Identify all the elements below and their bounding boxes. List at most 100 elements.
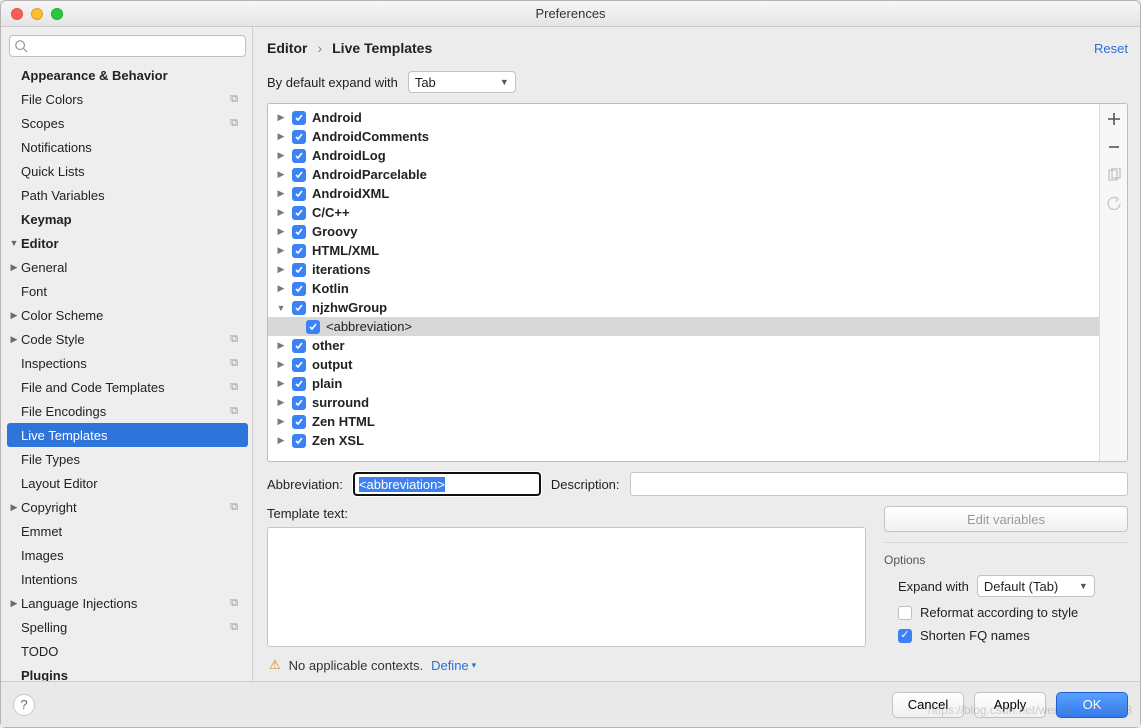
sidebar-item[interactable]: Spelling⧉	[7, 615, 248, 639]
disclosure-triangle-icon[interactable]: ▶	[276, 169, 286, 180]
sidebar-item[interactable]: File and Code Templates⧉	[7, 375, 248, 399]
default-expand-select[interactable]: Tab ▼	[408, 71, 516, 93]
sidebar-item[interactable]: Emmet	[7, 519, 248, 543]
sidebar-item[interactable]: ▶Language Injections⧉	[7, 591, 248, 615]
checkbox[interactable]	[292, 263, 306, 277]
shorten-fq-checkbox[interactable]	[898, 629, 912, 643]
disclosure-triangle-icon[interactable]: ▶	[276, 340, 286, 351]
disclosure-triangle-icon[interactable]: ▶	[276, 207, 286, 218]
sidebar-item[interactable]: ▶Color Scheme	[7, 303, 248, 327]
disclosure-triangle-icon[interactable]: ▶	[276, 359, 286, 370]
description-input[interactable]	[630, 472, 1128, 496]
sidebar-item[interactable]: ▶Copyright⧉	[7, 495, 248, 519]
checkbox[interactable]	[292, 130, 306, 144]
template-group-row[interactable]: ▶output	[268, 355, 1099, 374]
define-context-link[interactable]: Define ▾	[431, 658, 476, 673]
template-group-row[interactable]: ▶AndroidXML	[268, 184, 1099, 203]
template-group-row[interactable]: ▶Android	[268, 108, 1099, 127]
sidebar-item[interactable]: Intentions	[7, 567, 248, 591]
disclosure-triangle-icon[interactable]: ▼	[276, 303, 286, 313]
template-row[interactable]: <abbreviation>	[268, 317, 1099, 336]
checkbox[interactable]	[292, 434, 306, 448]
checkbox[interactable]	[292, 415, 306, 429]
abbreviation-input[interactable]	[353, 472, 541, 496]
template-group-row[interactable]: ▶AndroidParcelable	[268, 165, 1099, 184]
template-group-row[interactable]: ▶Zen HTML	[268, 412, 1099, 431]
sidebar-item[interactable]: Appearance & Behavior	[7, 63, 248, 87]
template-group-row[interactable]: ▶plain	[268, 374, 1099, 393]
apply-button[interactable]: Apply	[974, 692, 1046, 718]
template-text-input[interactable]	[267, 527, 866, 647]
template-group-row[interactable]: ▶other	[268, 336, 1099, 355]
template-group-row[interactable]: ▶iterations	[268, 260, 1099, 279]
checkbox[interactable]	[292, 282, 306, 296]
disclosure-triangle-icon[interactable]: ▶	[276, 378, 286, 389]
sidebar-item[interactable]: Font	[7, 279, 248, 303]
sidebar-item[interactable]: File Encodings⧉	[7, 399, 248, 423]
sidebar-item[interactable]: Images	[7, 543, 248, 567]
template-group-row[interactable]: ▶C/C++	[268, 203, 1099, 222]
reset-link[interactable]: Reset	[1094, 41, 1128, 56]
disclosure-triangle-icon[interactable]: ▶	[276, 435, 286, 446]
help-button[interactable]: ?	[13, 694, 35, 716]
template-group-row[interactable]: ▶HTML/XML	[268, 241, 1099, 260]
expand-with-select[interactable]: Default (Tab) ▼	[977, 575, 1095, 597]
revert-icon[interactable]	[1105, 194, 1123, 212]
template-group-name: AndroidComments	[312, 129, 429, 144]
template-group-row[interactable]: ▶Kotlin	[268, 279, 1099, 298]
edit-variables-button[interactable]: Edit variables	[884, 506, 1128, 532]
sidebar-item[interactable]: File Colors⧉	[7, 87, 248, 111]
remove-template-icon[interactable]	[1105, 138, 1123, 156]
sidebar-item[interactable]: Plugins	[7, 663, 248, 681]
reformat-checkbox[interactable]	[898, 606, 912, 620]
sidebar-item[interactable]: TODO	[7, 639, 248, 663]
checkbox[interactable]	[306, 320, 320, 334]
sidebar-item[interactable]: Live Templates	[7, 423, 248, 447]
sidebar-item[interactable]: ▼Editor	[7, 231, 248, 255]
sidebar-item[interactable]: ▶Code Style⧉	[7, 327, 248, 351]
template-group-row[interactable]: ▶ AndroidComments	[268, 127, 1099, 146]
add-template-icon[interactable]	[1105, 110, 1123, 128]
template-group-row[interactable]: ▶Groovy	[268, 222, 1099, 241]
disclosure-triangle-icon[interactable]: ▶	[276, 150, 286, 161]
checkbox[interactable]	[292, 206, 306, 220]
checkbox[interactable]	[292, 396, 306, 410]
disclosure-triangle-icon[interactable]: ▶	[276, 397, 286, 408]
checkbox[interactable]	[292, 111, 306, 125]
sidebar-item[interactable]: File Types	[7, 447, 248, 471]
checkbox[interactable]	[292, 225, 306, 239]
checkbox[interactable]	[292, 377, 306, 391]
template-group-row[interactable]: ▶surround	[268, 393, 1099, 412]
template-group-row[interactable]: ▶Zen XSL	[268, 431, 1099, 450]
disclosure-triangle-icon[interactable]: ▶	[276, 226, 286, 237]
search-input[interactable]	[9, 35, 246, 57]
disclosure-triangle-icon[interactable]: ▶	[276, 245, 286, 256]
sidebar-item[interactable]: Notifications	[7, 135, 248, 159]
sidebar-item[interactable]: Layout Editor	[7, 471, 248, 495]
disclosure-triangle-icon[interactable]: ▶	[276, 131, 286, 142]
disclosure-triangle-icon[interactable]: ▶	[276, 283, 286, 294]
checkbox[interactable]	[292, 358, 306, 372]
sidebar-item[interactable]: Quick Lists	[7, 159, 248, 183]
disclosure-triangle-icon[interactable]: ▶	[276, 112, 286, 123]
template-group-row[interactable]: ▼njzhwGroup	[268, 298, 1099, 317]
template-tree[interactable]: ▶Android▶AndroidComments▶AndroidLog▶Andr…	[268, 104, 1099, 461]
template-group-row[interactable]: ▶AndroidLog	[268, 146, 1099, 165]
sidebar-item[interactable]: ▶General	[7, 255, 248, 279]
checkbox[interactable]	[292, 187, 306, 201]
sidebar-item[interactable]: Scopes⧉	[7, 111, 248, 135]
checkbox[interactable]	[292, 244, 306, 258]
cancel-button[interactable]: Cancel	[892, 692, 964, 718]
disclosure-triangle-icon[interactable]: ▶	[276, 264, 286, 275]
ok-button[interactable]: OK	[1056, 692, 1128, 718]
sidebar-item[interactable]: Keymap	[7, 207, 248, 231]
sidebar-item[interactable]: Inspections⧉	[7, 351, 248, 375]
checkbox[interactable]	[292, 149, 306, 163]
disclosure-triangle-icon[interactable]: ▶	[276, 416, 286, 427]
disclosure-triangle-icon[interactable]: ▶	[276, 188, 286, 199]
sidebar-item[interactable]: Path Variables	[7, 183, 248, 207]
checkbox[interactable]	[292, 168, 306, 182]
checkbox[interactable]	[292, 339, 306, 353]
checkbox[interactable]	[292, 301, 306, 315]
copy-template-icon[interactable]	[1105, 166, 1123, 184]
